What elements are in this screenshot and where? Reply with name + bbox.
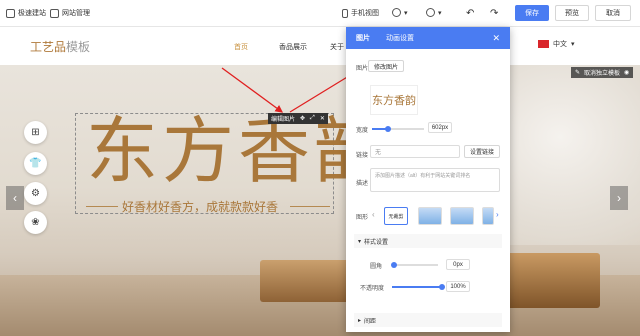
radius-slider[interactable] bbox=[392, 264, 438, 266]
spacing-section[interactable]: ▸ 间距 bbox=[354, 313, 502, 327]
radius-value[interactable]: 0px bbox=[446, 259, 470, 270]
link-label: 链接 bbox=[356, 153, 369, 159]
width-label: 宽度 bbox=[356, 128, 369, 134]
opacity-label: 不透明度 bbox=[360, 286, 385, 292]
description-input[interactable]: 添加图片描述（alt）有利于网站关键词排名 bbox=[370, 168, 500, 192]
shape-option-4[interactable] bbox=[482, 207, 494, 225]
width-slider[interactable] bbox=[372, 128, 424, 130]
chevron-left-icon[interactable]: ‹ bbox=[372, 210, 375, 219]
radius-slider-knob[interactable] bbox=[391, 262, 397, 268]
annotation-arrow-to-edit bbox=[221, 67, 284, 113]
image-label: 图片 bbox=[356, 66, 369, 72]
set-link-button[interactable]: 设置链接 bbox=[464, 145, 500, 158]
panel-header: 图片 动画设置 ✕ bbox=[346, 27, 510, 49]
image-settings-panel: 图片 动画设置 ✕ 图片 修改图片 东方香韵 宽度 602px 链接 无 设置链… bbox=[346, 27, 510, 332]
opacity-slider[interactable] bbox=[392, 286, 442, 288]
chevron-right-icon[interactable]: › bbox=[496, 210, 499, 219]
image-preview[interactable]: 东方香韵 bbox=[370, 85, 418, 115]
width-value[interactable]: 602px bbox=[428, 122, 452, 133]
shape-option-2[interactable] bbox=[418, 207, 442, 225]
annotation-arrows bbox=[221, 67, 364, 113]
tab-image[interactable]: 图片 bbox=[356, 33, 370, 43]
radius-label: 圆角 bbox=[370, 264, 383, 270]
style-settings-section[interactable]: ▾ 样式设置 bbox=[354, 234, 502, 248]
change-image-button[interactable]: 修改图片 bbox=[368, 60, 404, 72]
spacing-label: 间距 bbox=[364, 318, 377, 325]
caret-down-icon: ▾ bbox=[358, 238, 362, 245]
shape-none-option[interactable]: 无裁剪 bbox=[384, 207, 408, 225]
style-settings-label: 样式设置 bbox=[364, 239, 389, 246]
shape-label: 图形 bbox=[356, 215, 369, 221]
link-input[interactable]: 无 bbox=[370, 145, 460, 158]
tab-animation[interactable]: 动画设置 bbox=[386, 33, 414, 43]
opacity-slider-knob[interactable] bbox=[439, 284, 445, 290]
caret-right-icon: ▸ bbox=[358, 317, 362, 324]
shape-option-3[interactable] bbox=[450, 207, 474, 225]
width-slider-knob[interactable] bbox=[384, 126, 391, 132]
close-icon[interactable]: ✕ bbox=[492, 33, 500, 44]
description-label: 描述 bbox=[356, 181, 369, 187]
opacity-value[interactable]: 100% bbox=[446, 281, 470, 292]
